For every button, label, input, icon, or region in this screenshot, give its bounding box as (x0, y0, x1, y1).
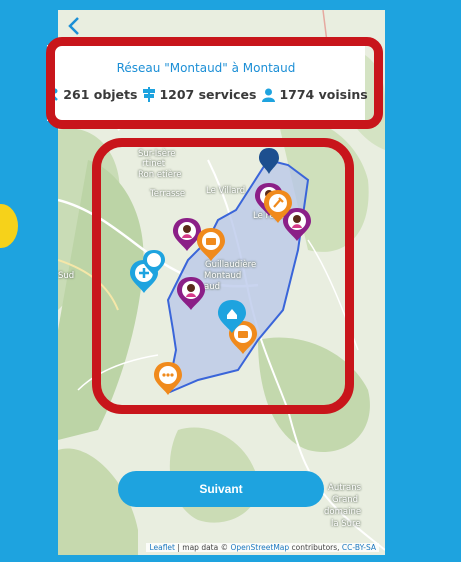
license-link[interactable]: CC-BY-SA (342, 543, 376, 552)
map-attribution: Leaflet | map data © OpenStreetMap contr… (146, 543, 379, 552)
attribution-text: | map data © (174, 543, 231, 552)
osm-link[interactable]: OpenStreetMap (231, 543, 290, 552)
decorative-yellow-shape (0, 204, 18, 248)
highlight-frame-zone (92, 138, 354, 414)
highlight-frame-info (46, 37, 383, 129)
next-button[interactable]: Suivant (118, 471, 324, 507)
attribution-text: contributors, (289, 543, 342, 552)
leaflet-link[interactable]: Leaflet (149, 543, 175, 552)
